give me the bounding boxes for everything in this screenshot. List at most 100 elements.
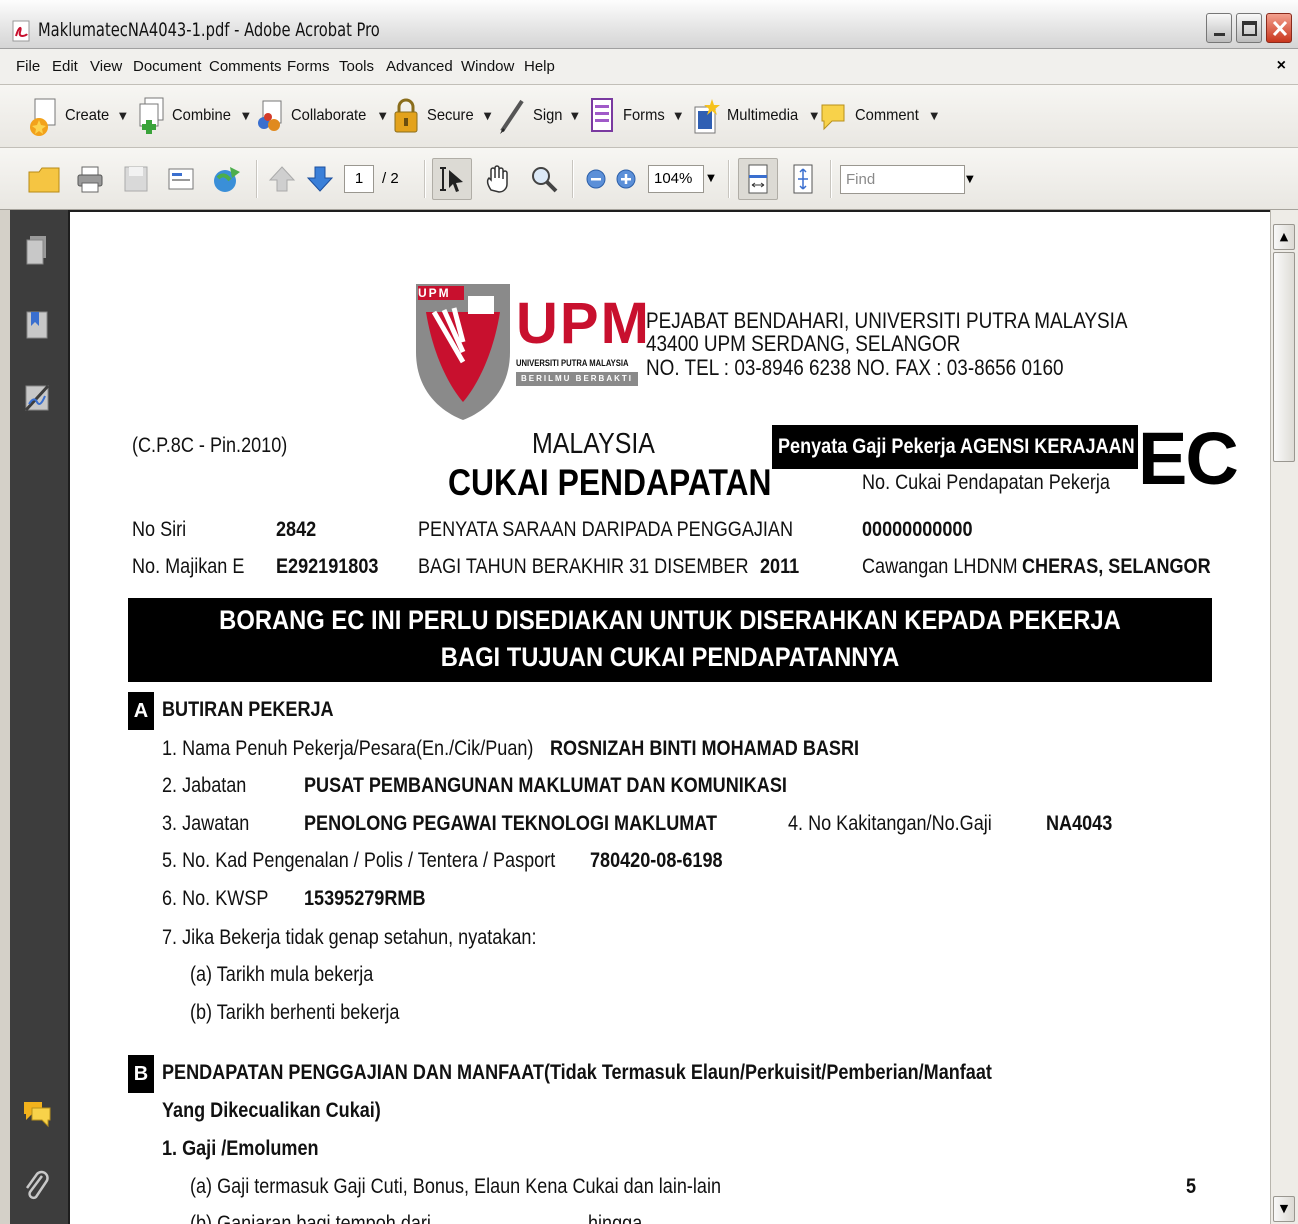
menu-help[interactable]: Help xyxy=(524,58,555,75)
notice-banner: BORANG EC INI PERLU DISEDIAKAN UNTUK DIS… xyxy=(128,598,1212,682)
collaborate-button[interactable]: Collaborate ▼ xyxy=(254,91,387,141)
sign-button[interactable]: Sign ▼ xyxy=(496,91,579,141)
chevron-down-icon: ▼ xyxy=(810,110,819,122)
a7b-label: (b) Tarikh berhenti bekerja xyxy=(190,1001,400,1024)
menu-file[interactable]: File xyxy=(16,58,40,75)
vertical-scrollbar[interactable]: ▲ ▼ xyxy=(1270,210,1298,1224)
folder-icon xyxy=(28,167,60,193)
majikan-label: No. Majikan E xyxy=(132,555,245,578)
save-button[interactable] xyxy=(116,158,156,200)
combine-icon xyxy=(139,97,164,134)
menu-edit[interactable]: Edit xyxy=(52,58,78,75)
signatures-icon[interactable] xyxy=(22,380,52,416)
open-button[interactable] xyxy=(24,158,64,200)
toolbar-separator xyxy=(728,160,730,198)
pen-icon xyxy=(500,99,524,134)
attachments-paperclip-icon[interactable] xyxy=(22,1168,52,1204)
close-window-button[interactable] xyxy=(1266,13,1292,43)
section-a-marker: A xyxy=(128,692,154,730)
lock-icon xyxy=(394,98,418,133)
forms-button[interactable]: Forms ▼ xyxy=(586,91,682,141)
a3-label: 3. Jawatan xyxy=(162,812,250,835)
form-main-title: CUKAI PENDAPATAN xyxy=(448,462,772,503)
header-tel: NO. TEL : 03-8946 6238 NO. FAX : 03-8656… xyxy=(646,355,1064,380)
zoom-in-button[interactable] xyxy=(606,158,646,200)
scroll-down-button[interactable]: ▼ xyxy=(1273,1196,1295,1222)
print-button[interactable] xyxy=(70,158,110,200)
b1a-label: (a) Gaji termasuk Gaji Cuti, Bonus, Elau… xyxy=(190,1175,722,1198)
menu-tools[interactable]: Tools xyxy=(339,58,374,75)
hand-tool-button[interactable] xyxy=(478,158,518,200)
text-cursor-select-icon xyxy=(440,167,463,192)
zoom-in-icon xyxy=(616,169,636,189)
create-button[interactable]: Create ▼ xyxy=(28,91,127,141)
chevron-down-icon: ▼ xyxy=(119,110,127,122)
menu-advanced[interactable]: Advanced xyxy=(386,58,453,75)
scroll-up-button[interactable]: ▲ xyxy=(1273,224,1295,250)
section-b-marker: B xyxy=(128,1055,154,1093)
next-page-button[interactable] xyxy=(300,158,340,200)
agensi-badge: Penyata Gaji Pekerja AGENSI KERAJAAN xyxy=(772,425,1138,469)
header-address: 43400 UPM SERDANG, SELANGOR xyxy=(646,331,961,356)
collaborate-icon xyxy=(258,100,282,131)
maximize-icon xyxy=(1242,21,1257,36)
chevron-down-icon: ▼ xyxy=(674,110,683,122)
pages-icon[interactable] xyxy=(22,234,52,270)
fit-page-icon xyxy=(793,164,813,194)
close-document-button[interactable]: × xyxy=(1277,57,1286,75)
previous-page-button[interactable] xyxy=(262,158,302,200)
arrow-down-icon xyxy=(306,166,334,192)
select-tool-button[interactable] xyxy=(432,158,472,200)
toolbar-separator xyxy=(572,160,574,198)
menu-window[interactable]: Window xyxy=(461,58,514,75)
multimedia-button[interactable]: Multimedia ▼ xyxy=(690,91,818,141)
multimedia-icon xyxy=(694,99,720,134)
upload-button[interactable] xyxy=(207,158,247,200)
scroll-thumb[interactable] xyxy=(1273,252,1295,462)
fit-page-button[interactable] xyxy=(783,158,823,200)
minimize-button[interactable] xyxy=(1206,13,1232,43)
menu-document[interactable]: Document xyxy=(133,58,201,75)
navigation-panel xyxy=(10,210,68,1224)
find-dropdown-icon[interactable]: ▼ xyxy=(966,165,978,194)
bookmarks-icon[interactable] xyxy=(22,308,52,344)
form-code: (C.P.8C - Pin.2010) xyxy=(132,434,288,457)
toolbar-separator xyxy=(256,160,258,198)
chevron-down-icon: ▼ xyxy=(571,110,579,122)
b1b-hingga: hingga xyxy=(588,1212,643,1224)
menu-forms[interactable]: Forms xyxy=(287,58,330,75)
page-number-input[interactable]: 1 xyxy=(344,165,374,193)
a3-value: PENOLONG PEGAWAI TEKNOLOGI MAKLUMAT xyxy=(304,812,718,835)
tax-number-value: 00000000000 xyxy=(862,518,973,541)
agensi-text: Penyata Gaji Pekerja AGENSI KERAJAAN xyxy=(778,435,1135,458)
a4-value: NA4043 xyxy=(1046,812,1113,835)
cawangan-label: Cawangan LHDNM xyxy=(862,555,1018,578)
save-icon xyxy=(124,166,148,192)
majikan-value: E292191803 xyxy=(276,555,379,578)
menu-view[interactable]: View xyxy=(90,58,122,75)
create-pdf-icon xyxy=(30,98,56,136)
a2-value: PUSAT PEMBANGUNAN MAKLUMAT DAN KOMUNIKAS… xyxy=(304,774,787,797)
comments-panel-icon[interactable] xyxy=(22,1094,52,1130)
zoom-dropdown-icon[interactable]: ▼ xyxy=(704,165,718,193)
find-input[interactable]: Find xyxy=(840,165,965,194)
upm-crest-logo xyxy=(416,284,510,420)
secure-button[interactable]: Secure ▼ xyxy=(390,91,491,141)
menu-comments[interactable]: Comments xyxy=(209,58,282,75)
a5-value: 780420-08-6198 xyxy=(590,849,723,872)
combine-button[interactable]: Combine ▼ xyxy=(135,91,250,141)
comment-button[interactable]: Comment ▼ xyxy=(818,91,938,141)
secure-label: Secure xyxy=(427,107,474,124)
zoom-level-input[interactable]: 104% xyxy=(648,165,704,193)
window-title: MaklumatecNA4043-1.pdf - Adobe Acrobat P… xyxy=(38,19,380,41)
hand-icon xyxy=(486,165,508,193)
fit-width-button[interactable] xyxy=(738,158,778,200)
zoom-tool-button[interactable] xyxy=(524,158,564,200)
minimize-icon xyxy=(1214,33,1225,36)
maximize-button[interactable] xyxy=(1236,13,1262,43)
email-button[interactable] xyxy=(161,158,201,200)
a7-label: 7. Jika Bekerja tidak genap setahun, nya… xyxy=(162,926,537,949)
a1-value: ROSNIZAH BINTI MOHAMAD BASRI xyxy=(550,737,860,760)
forms-label: Forms xyxy=(623,107,665,124)
a6-value: 15395279RMB xyxy=(304,887,426,910)
